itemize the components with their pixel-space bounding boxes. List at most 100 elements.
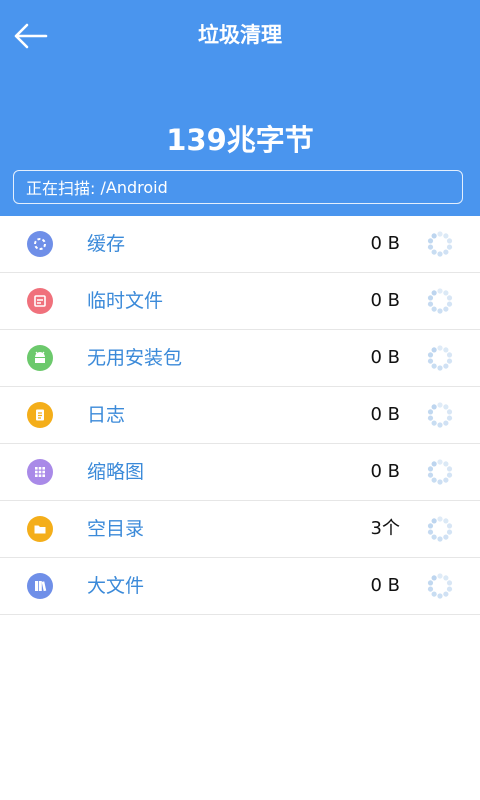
spinner-dot	[437, 345, 443, 351]
spinner-dot	[446, 244, 453, 250]
apk-icon	[27, 345, 53, 371]
spinner-dot	[431, 591, 437, 597]
list-item-label: 缩略图	[87, 461, 145, 483]
spinner-dot	[446, 238, 453, 244]
spinner-dot	[437, 459, 443, 465]
spinner-dot	[443, 591, 449, 597]
spinner-dot	[427, 586, 434, 592]
spinner-dot	[437, 288, 443, 294]
spinner-dot	[427, 238, 434, 244]
list-item-size: 0 B	[370, 347, 400, 368]
list-item-size: 0 B	[370, 461, 400, 482]
spinner-dot	[446, 529, 453, 535]
log-icon	[27, 402, 53, 428]
loading-spinner-icon	[427, 288, 453, 314]
spinner-dot	[446, 415, 453, 421]
large-file-icon	[27, 573, 53, 599]
spinner-dot	[431, 249, 437, 255]
loading-spinner-icon	[427, 231, 453, 257]
spinner-dot	[437, 365, 443, 371]
spinner-dot	[427, 472, 434, 478]
spinner-dot	[443, 420, 449, 426]
thumbnail-icon	[27, 459, 53, 485]
spinner-dot	[431, 233, 437, 239]
spinner-dot	[443, 363, 449, 369]
spinner-dot	[446, 301, 453, 307]
spinner-dot	[443, 477, 449, 483]
list-item-thumbnails[interactable]: 缩略图 0 B	[0, 444, 480, 501]
header-bar: 垃圾清理 139兆字节 正在扫描: /Android	[0, 0, 480, 216]
list-item-label: 临时文件	[87, 290, 164, 312]
scan-status-path: /Android	[100, 177, 168, 197]
spinner-dot	[431, 518, 437, 524]
list-item-label: 大文件	[87, 575, 145, 597]
spinner-dot	[427, 352, 434, 358]
list-item-label: 无用安装包	[87, 347, 183, 369]
spinner-dot	[427, 466, 434, 472]
junk-category-list: 缓存 0 B 临时文件 0 B 无用安装包 0 B 日志 0 B 缩略图 0 B…	[0, 216, 480, 615]
loading-spinner-icon	[427, 516, 453, 542]
spinner-dot	[431, 477, 437, 483]
spinner-dot	[431, 420, 437, 426]
list-item-cache[interactable]: 缓存 0 B	[0, 216, 480, 273]
loading-spinner-icon	[427, 402, 453, 428]
spinner-dot	[446, 580, 453, 586]
spinner-dot	[431, 461, 437, 467]
spinner-dot	[427, 244, 434, 250]
spinner-dot	[437, 516, 443, 522]
spinner-dot	[437, 251, 443, 257]
spinner-dot	[437, 231, 443, 237]
spinner-dot	[431, 306, 437, 312]
temp-file-icon	[27, 288, 53, 314]
list-item-label: 日志	[87, 404, 126, 426]
spinner-dot	[427, 301, 434, 307]
loading-spinner-icon	[427, 345, 453, 371]
list-item-empty-folders[interactable]: 空目录 3个	[0, 501, 480, 558]
spinner-dot	[427, 529, 434, 535]
spinner-dot	[431, 404, 437, 410]
list-item-size: 0 B	[370, 290, 400, 311]
spinner-dot	[427, 580, 434, 586]
spinner-dot	[446, 523, 453, 529]
list-item-large-files[interactable]: 大文件 0 B	[0, 558, 480, 615]
list-item-label: 空目录	[87, 518, 145, 540]
cache-icon	[27, 231, 53, 257]
spinner-dot	[446, 409, 453, 415]
spinner-dot	[446, 586, 453, 592]
list-item-log[interactable]: 日志 0 B	[0, 387, 480, 444]
spinner-dot	[446, 295, 453, 301]
list-item-size: 0 B	[370, 404, 400, 425]
spinner-dot	[437, 402, 443, 408]
spinner-dot	[431, 363, 437, 369]
spinner-dot	[437, 593, 443, 599]
spinner-dot	[443, 347, 449, 353]
list-item-size: 3个	[370, 518, 400, 539]
list-item-size: 0 B	[370, 233, 400, 254]
spinner-dot	[443, 249, 449, 255]
loading-spinner-icon	[427, 573, 453, 599]
spinner-dot	[437, 479, 443, 485]
spinner-dot	[437, 573, 443, 579]
spinner-dot	[446, 472, 453, 478]
spinner-dot	[427, 358, 434, 364]
page-title: 垃圾清理	[198, 23, 282, 47]
list-item-temp-files[interactable]: 临时文件 0 B	[0, 273, 480, 330]
total-junk-size: 139兆字节	[166, 123, 314, 157]
spinner-dot	[443, 306, 449, 312]
spinner-dot	[431, 347, 437, 353]
spinner-dot	[431, 575, 437, 581]
list-item-unused-apk[interactable]: 无用安装包 0 B	[0, 330, 480, 387]
spinner-dot	[437, 536, 443, 542]
list-item-size: 0 B	[370, 575, 400, 596]
spinner-dot	[446, 352, 453, 358]
spinner-dot	[443, 534, 449, 540]
list-item-label: 缓存	[87, 233, 126, 255]
spinner-dot	[437, 308, 443, 314]
spinner-dot	[431, 534, 437, 540]
spinner-dot	[443, 518, 449, 524]
spinner-dot	[443, 404, 449, 410]
spinner-dot	[443, 575, 449, 581]
spinner-dot	[427, 295, 434, 301]
loading-spinner-icon	[427, 459, 453, 485]
spinner-dot	[443, 233, 449, 239]
